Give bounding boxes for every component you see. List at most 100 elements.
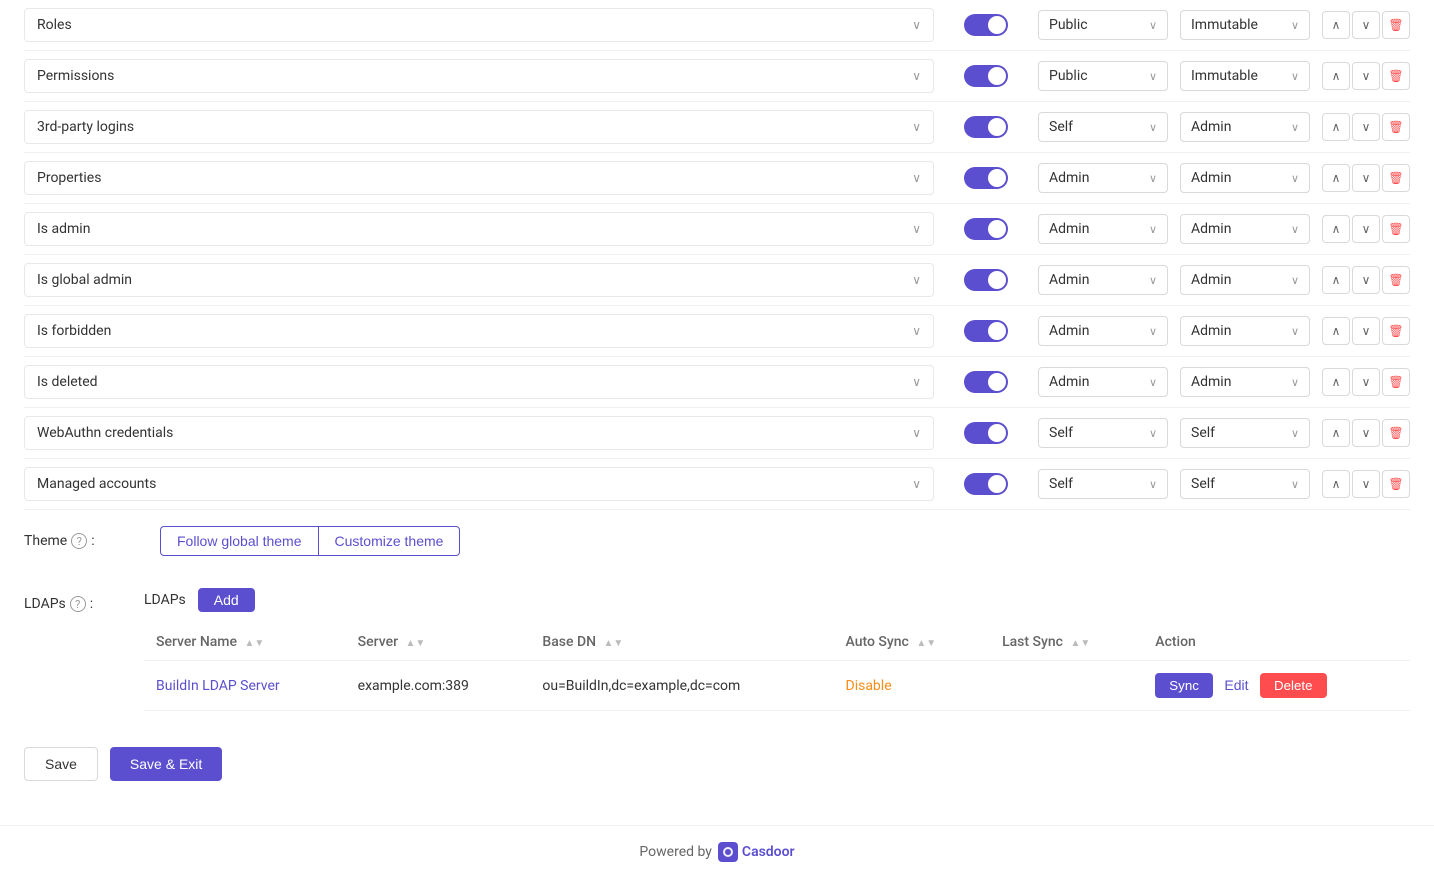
save-button[interactable]: Save [24,747,98,781]
chevron-down-icon: ∨ [1291,172,1299,185]
toggle-3[interactable] [964,167,1008,189]
move-up-button[interactable]: ∧ [1322,11,1350,39]
ldap-delete-button-0[interactable]: Delete [1260,673,1327,698]
toggle-cell-7 [946,371,1026,393]
access-select-1: Immutable ∨ [1180,61,1310,91]
delete-button[interactable]: 🗑 [1382,419,1410,447]
perm-name-8[interactable]: WebAuthn credentials ∨ [24,416,934,450]
ldap-server-name-0: BuildIn LDAP Server [144,661,346,711]
toggle-0[interactable] [964,14,1008,36]
move-down-button[interactable]: ∨ [1352,266,1380,294]
move-down-button[interactable]: ∨ [1352,419,1380,447]
ldaps-help-icon[interactable]: ? [70,596,86,612]
ldaps-section: LDAPs ? : LDAPs Add Server Name ▲▼ Serve [24,572,1410,727]
perm-name-1[interactable]: Permissions ∨ [24,59,934,93]
toggle-4[interactable] [964,218,1008,240]
visibility-select-3: Admin ∨ [1038,163,1168,193]
toggle-cell-5 [946,269,1026,291]
perm-name-9[interactable]: Managed accounts ∨ [24,467,934,501]
access-select-7: Admin ∨ [1180,367,1310,397]
theme-section: Theme ? : Follow global theme Customize … [24,510,1410,572]
toggle-5[interactable] [964,269,1008,291]
move-down-button[interactable]: ∨ [1352,113,1380,141]
toggle-8[interactable] [964,422,1008,444]
sort-base-dn-icon[interactable]: ▲▼ [604,638,624,649]
delete-button[interactable]: 🗑 [1382,470,1410,498]
toggle-9[interactable] [964,473,1008,495]
perm-row: Is global admin ∨ Admin ∨ Admin ∨ ∧ ∨ 🗑 [24,255,1410,306]
move-down-button[interactable]: ∨ [1352,368,1380,396]
chevron-down-icon: ∨ [1291,121,1299,134]
perm-row: Roles ∨ Public ∨ Immutable ∨ ∧ ∨ 🗑 [24,0,1410,51]
ldap-edit-button-0[interactable]: Edit [1224,677,1248,693]
footer-buttons: Save Save & Exit [24,727,1410,801]
perm-name-2[interactable]: 3rd-party logins ∨ [24,110,934,144]
delete-button[interactable]: 🗑 [1382,62,1410,90]
delete-button[interactable]: 🗑 [1382,11,1410,39]
move-down-button[interactable]: ∨ [1352,11,1380,39]
move-down-button[interactable]: ∨ [1352,470,1380,498]
perm-name-6[interactable]: Is forbidden ∨ [24,314,934,348]
perm-name-0[interactable]: Roles ∨ [24,8,934,42]
access-select-2: Admin ∨ [1180,112,1310,142]
sort-last-sync-icon[interactable]: ▲▼ [1070,638,1090,649]
perm-row: Permissions ∨ Public ∨ Immutable ∨ ∧ ∨ 🗑 [24,51,1410,102]
perm-name-3[interactable]: Properties ∨ [24,161,934,195]
move-up-button[interactable]: ∧ [1322,266,1350,294]
move-up-button[interactable]: ∧ [1322,113,1350,141]
ldap-server-link-0[interactable]: BuildIn LDAP Server [156,678,280,694]
delete-button[interactable]: 🗑 [1382,368,1410,396]
ldaps-text: LDAPs [24,596,66,612]
perm-row: Is forbidden ∨ Admin ∨ Admin ∨ ∧ ∨ 🗑 [24,306,1410,357]
chevron-down-icon: ∨ [1149,427,1157,440]
ldap-sync-button-0[interactable]: Sync [1155,673,1213,698]
col-server-name: Server Name ▲▼ [144,624,346,661]
delete-button[interactable]: 🗑 [1382,113,1410,141]
delete-button[interactable]: 🗑 [1382,266,1410,294]
toggle-1[interactable] [964,65,1008,87]
perm-name-5[interactable]: Is global admin ∨ [24,263,934,297]
ldap-server-0: example.com:389 [346,661,531,711]
delete-button[interactable]: 🗑 [1382,317,1410,345]
toggle-6[interactable] [964,320,1008,342]
theme-text: Theme [24,533,67,549]
perm-name-7[interactable]: Is deleted ∨ [24,365,934,399]
visibility-select-8: Self ∨ [1038,418,1168,448]
toggle-2[interactable] [964,116,1008,138]
save-exit-button[interactable]: Save & Exit [110,747,222,781]
ldap-add-button[interactable]: Add [198,588,255,612]
move-up-button[interactable]: ∧ [1322,215,1350,243]
move-down-button[interactable]: ∨ [1352,62,1380,90]
delete-button[interactable]: 🗑 [1382,164,1410,192]
move-down-button[interactable]: ∨ [1352,215,1380,243]
move-up-button[interactable]: ∧ [1322,368,1350,396]
move-up-button[interactable]: ∧ [1322,419,1350,447]
chevron-down-icon: ∨ [1149,274,1157,287]
actions-cell-9: ∧ ∨ 🗑 [1322,470,1410,498]
ldap-disable-link-0[interactable]: Disable [846,678,892,694]
follow-global-theme-button[interactable]: Follow global theme [160,526,318,556]
visibility-select-7: Admin ∨ [1038,367,1168,397]
ldaps-label: LDAPs ? : [24,588,144,612]
move-up-button[interactable]: ∧ [1322,62,1350,90]
perm-row: 3rd-party logins ∨ Self ∨ Admin ∨ ∧ ∨ 🗑 [24,102,1410,153]
toggle-7[interactable] [964,371,1008,393]
move-up-button[interactable]: ∧ [1322,470,1350,498]
customize-theme-button[interactable]: Customize theme [318,526,461,556]
sort-server-name-icon[interactable]: ▲▼ [245,638,265,649]
chevron-down-icon: ∨ [1291,70,1299,83]
chevron-down-icon: ∨ [1291,19,1299,32]
visibility-select-2: Self ∨ [1038,112,1168,142]
move-down-button[interactable]: ∨ [1352,164,1380,192]
move-down-button[interactable]: ∨ [1352,317,1380,345]
delete-button[interactable]: 🗑 [1382,215,1410,243]
theme-help-icon[interactable]: ? [71,533,87,549]
move-up-button[interactable]: ∧ [1322,164,1350,192]
sort-server-icon[interactable]: ▲▼ [406,638,426,649]
perm-name-4[interactable]: Is admin ∨ [24,212,934,246]
chevron-down-icon: ∨ [912,69,921,83]
sort-auto-sync-icon[interactable]: ▲▼ [916,638,936,649]
chevron-down-icon: ∨ [1149,223,1157,236]
chevron-down-icon: ∨ [1291,223,1299,236]
move-up-button[interactable]: ∧ [1322,317,1350,345]
